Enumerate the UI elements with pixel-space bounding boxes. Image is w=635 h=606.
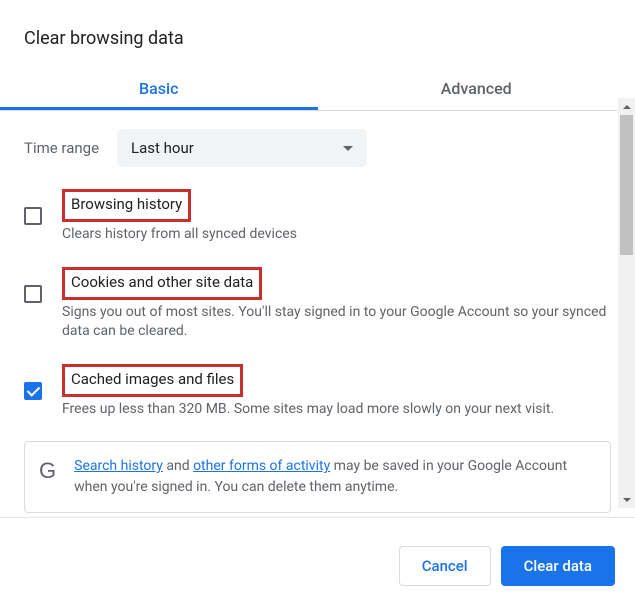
tab-basic[interactable]: Basic [0,67,318,110]
item-title: Cached images and files [71,370,234,388]
time-range-select[interactable]: Last hour [117,129,367,167]
item-cookies: Cookies and other site data Signs you ou… [24,267,611,342]
link-search-history[interactable]: Search history [74,458,163,474]
tab-indicator [0,107,318,110]
google-icon: G [35,456,60,486]
highlight-box: Browsing history [62,189,191,222]
time-range-label: Time range [24,139,99,157]
scroll-up-icon[interactable] [618,98,635,115]
tabs: Basic Advanced [0,67,635,111]
checkbox-cookies[interactable] [24,285,42,303]
info-text: Search history and other forms of activi… [74,456,594,498]
link-other-activity[interactable]: other forms of activity [193,458,330,474]
time-range-value: Last hour [131,139,194,157]
item-desc: Clears history from all synced devices [62,225,611,245]
highlight-box: Cached images and files [62,364,243,397]
footer: Cancel Clear data [399,546,615,586]
clear-data-button[interactable]: Clear data [501,546,615,586]
dialog-title: Clear browsing data [0,0,635,67]
item-cache: Cached images and files Frees up less th… [24,364,611,420]
item-title: Cookies and other site data [71,273,253,291]
checkbox-cache[interactable] [24,382,42,400]
highlight-box: Cookies and other site data [62,267,262,300]
scrollbar[interactable] [618,98,635,508]
checkbox-browsing-history[interactable] [24,207,42,225]
content-area: Time range Last hour Browsing history Cl… [0,111,635,513]
item-desc: Signs you out of most sites. You'll stay… [62,303,611,342]
footer-separator [0,517,635,518]
scroll-down-icon[interactable] [618,491,635,508]
cancel-button[interactable]: Cancel [399,546,491,586]
info-box: G Search history and other forms of acti… [24,441,611,513]
dropdown-icon [343,146,353,151]
item-desc: Frees up less than 320 MB. Some sites ma… [62,400,611,420]
scrollbar-thumb[interactable] [620,115,633,255]
tab-advanced[interactable]: Advanced [318,67,635,110]
item-browsing-history: Browsing history Clears history from all… [24,189,611,245]
item-title: Browsing history [71,195,182,213]
